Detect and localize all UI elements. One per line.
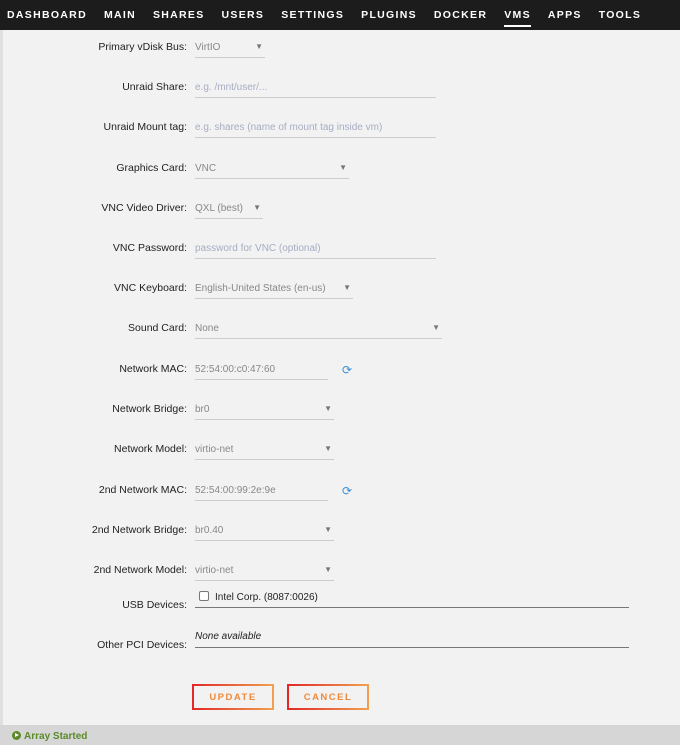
chevron-down-icon: ▼ — [324, 565, 332, 574]
status-bar: Array Started — [0, 725, 680, 745]
form-row: Network MAC: 52:54:00:c0:47:60 ⟳ — [3, 360, 680, 380]
2nd-network-mac-label: 2nd Network MAC: — [98, 484, 187, 496]
form-row: VNC Video Driver: QXL (best) ▼ — [3, 199, 680, 219]
nav-tools[interactable]: TOOLS — [599, 9, 641, 21]
usb-device-label: Intel Corp. (8087:0026) — [215, 592, 318, 603]
2nd-network-mac-input[interactable]: 52:54:00:99:2e:9e — [195, 481, 328, 501]
primary-vdisk-bus-value: VirtIO — [195, 42, 221, 53]
chevron-down-icon: ▼ — [255, 42, 263, 51]
sound-card-label: Sound Card: — [128, 322, 187, 334]
nav-shares[interactable]: SHARES — [153, 9, 205, 21]
play-icon — [12, 731, 21, 740]
chevron-down-icon: ▼ — [253, 203, 261, 212]
nav-main[interactable]: MAIN — [104, 9, 136, 21]
top-nav: DASHBOARD MAIN SHARES USERS SETTINGS PLUGINS D… — [0, 0, 680, 30]
usb-devices-list: Intel Corp. (8087:0026) — [195, 586, 629, 608]
vnc-password-label: VNC Password: — [112, 242, 187, 254]
form-row: Sound Card: None ▼ — [3, 319, 680, 339]
vnc-keyboard-value: English-United States (en-us) — [195, 283, 326, 294]
chevron-down-icon: ▼ — [324, 444, 332, 453]
network-model-select[interactable]: virtio-net ▼ — [195, 440, 334, 460]
form-row: 2nd Network Model: virtio-net ▼ — [3, 561, 680, 581]
chevron-down-icon: ▼ — [324, 404, 332, 413]
graphics-card-select[interactable]: VNC ▼ — [195, 159, 349, 179]
chevron-down-icon: ▼ — [343, 283, 351, 292]
form-row: Other PCI Devices: None available — [3, 631, 680, 656]
unraid-share-placeholder: e.g. /mnt/user/... — [195, 82, 268, 93]
2nd-network-mac-value: 52:54:00:99:2e:9e — [195, 485, 276, 496]
usb-devices-label: USB Devices: — [122, 599, 187, 611]
array-status: Array Started — [24, 731, 88, 742]
nav-apps[interactable]: APPS — [548, 9, 582, 21]
sound-card-select[interactable]: None ▼ — [195, 319, 442, 339]
other-pci-devices: None available — [195, 626, 629, 648]
refresh-icon[interactable]: ⟳ — [342, 363, 352, 377]
2nd-network-model-label: 2nd Network Model: — [93, 564, 187, 576]
form-row: VNC Keyboard: English-United States (en-u… — [3, 279, 680, 299]
network-mac-input[interactable]: 52:54:00:c0:47:60 — [195, 360, 328, 380]
primary-vdisk-bus-select[interactable]: VirtIO ▼ — [195, 38, 265, 58]
nav-docker[interactable]: DOCKER — [434, 9, 487, 21]
sound-card-value: None — [195, 323, 219, 334]
primary-vdisk-bus-label: Primary vDisk Bus: — [98, 41, 187, 53]
network-bridge-label: Network Bridge: — [112, 403, 187, 415]
vnc-keyboard-select[interactable]: English-United States (en-us) ▼ — [195, 279, 353, 299]
vm-form: Primary vDisk Bus: VirtIO ▼ Unraid Share: e.… — [0, 30, 680, 725]
unraid-share-input[interactable]: e.g. /mnt/user/... — [195, 78, 436, 98]
form-row: Network Bridge: br0 ▼ — [3, 400, 680, 420]
form-row: Graphics Card: VNC ▼ — [3, 159, 680, 179]
2nd-network-bridge-select[interactable]: br0.40 ▼ — [195, 521, 334, 541]
unraid-mount-tag-placeholder: e.g. shares (name of mount tag inside vm… — [195, 122, 383, 133]
vnc-password-input[interactable]: password for VNC (optional) — [195, 239, 436, 259]
network-bridge-select[interactable]: br0 ▼ — [195, 400, 334, 420]
network-model-label: Network Model: — [114, 443, 187, 455]
2nd-network-bridge-value: br0.40 — [195, 525, 224, 536]
unraid-mount-tag-input[interactable]: e.g. shares (name of mount tag inside vm… — [195, 118, 436, 138]
network-model-value: virtio-net — [195, 444, 234, 455]
chevron-down-icon: ▼ — [339, 163, 347, 172]
graphics-card-value: VNC — [195, 163, 217, 174]
other-pci-value: None available — [195, 631, 262, 642]
2nd-network-bridge-label: 2nd Network Bridge: — [91, 524, 187, 536]
2nd-network-model-select[interactable]: virtio-net ▼ — [195, 561, 334, 581]
vnc-password-placeholder: password for VNC (optional) — [195, 243, 321, 254]
chevron-down-icon: ▼ — [324, 525, 332, 534]
unraid-share-label: Unraid Share: — [122, 81, 187, 93]
nav-plugins[interactable]: PLUGINS — [361, 9, 417, 21]
nav-dashboard[interactable]: DASHBOARD — [7, 9, 87, 21]
vnc-video-driver-select[interactable]: QXL (best) ▼ — [195, 199, 263, 219]
update-button[interactable]: UPDATE — [192, 684, 274, 710]
vnc-video-driver-label: VNC Video Driver: — [101, 202, 187, 214]
network-mac-value: 52:54:00:c0:47:60 — [195, 364, 276, 375]
form-row: Unraid Mount tag: e.g. shares (name of mo… — [3, 118, 680, 138]
network-mac-label: Network MAC: — [119, 363, 187, 375]
vnc-keyboard-label: VNC Keyboard: — [114, 282, 187, 294]
nav-settings[interactable]: SETTINGS — [281, 9, 344, 21]
form-row: 2nd Network MAC: 52:54:00:99:2e:9e ⟳ — [3, 481, 680, 501]
form-row: Unraid Share: e.g. /mnt/user/... — [3, 78, 680, 98]
graphics-card-label: Graphics Card: — [116, 162, 187, 174]
refresh-icon[interactable]: ⟳ — [342, 484, 352, 498]
nav-vms[interactable]: VMS — [504, 9, 531, 27]
form-row: Primary vDisk Bus: VirtIO ▼ — [3, 38, 680, 58]
vnc-video-driver-value: QXL (best) — [195, 203, 243, 214]
form-row: Network Model: virtio-net ▼ — [3, 440, 680, 460]
chevron-down-icon: ▼ — [432, 323, 440, 332]
form-row: 2nd Network Bridge: br0.40 ▼ — [3, 521, 680, 541]
usb-device-checkbox[interactable] — [199, 591, 209, 601]
2nd-network-model-value: virtio-net — [195, 565, 234, 576]
cancel-button[interactable]: CANCEL — [287, 684, 369, 710]
form-row: VNC Password: password for VNC (optional) — [3, 239, 680, 259]
nav-users[interactable]: USERS — [222, 9, 265, 21]
other-pci-devices-label: Other PCI Devices: — [97, 639, 187, 651]
form-row: USB Devices: Intel Corp. (8087:0026) — [3, 591, 680, 616]
network-bridge-value: br0 — [195, 404, 210, 415]
unraid-mount-tag-label: Unraid Mount tag: — [103, 121, 187, 133]
